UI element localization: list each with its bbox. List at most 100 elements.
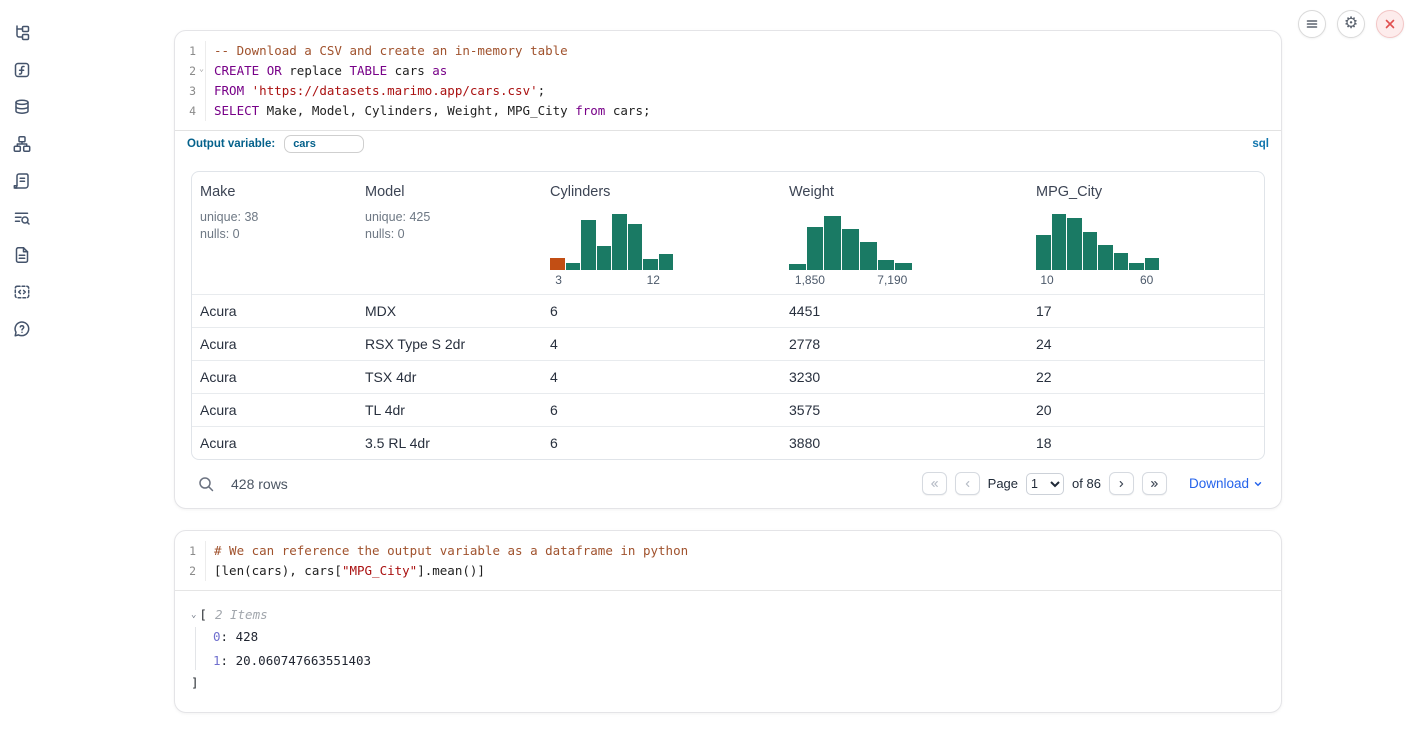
dependency-graph-icon[interactable] [13,135,31,153]
chevron-down-icon [1253,479,1263,489]
histogram-bar [789,264,806,270]
output-variable-input[interactable] [284,135,364,153]
column-histogram: 1060 [1036,214,1159,289]
code-line[interactable]: 4SELECT Make, Model, Cylinders, Weight, … [175,101,1281,121]
table-cell: MDX [357,295,542,327]
item-index: 0 [213,629,221,644]
items-count-label: 2 Items [215,607,268,622]
table-body: AcuraMDX6445117AcuraRSX Type S 2dr427782… [192,294,1264,459]
code-line[interactable]: 3FROM 'https://datasets.marimo.app/cars.… [175,81,1281,101]
column-stats: unique: 38nulls: 0 [200,209,349,243]
table-cell: 3.5 RL 4dr [357,427,542,459]
column-header[interactable]: Cylinders312 [542,172,781,294]
code-line[interactable]: 1# We can reference the output variable … [175,541,1281,561]
sql-cell-toolbar: Output variable: sql [175,130,1281,157]
output-variable-label: Output variable: [187,138,275,150]
search-icon[interactable] [197,475,215,493]
snippets-icon[interactable] [13,283,31,301]
histogram-bars [789,214,912,270]
total-pages-label: of 86 [1072,476,1101,491]
code-line[interactable]: 1-- Download a CSV and create an in-memo… [175,41,1281,61]
page-label: Page [988,476,1018,491]
histogram-bar [1129,263,1144,270]
python-code-editor[interactable]: 1# We can reference the output variable … [175,531,1281,590]
histogram-bar [628,224,643,270]
table-cell: Acura [192,328,357,360]
collapse-chevron-icon[interactable]: ⌄ [191,610,196,620]
axis-min-label: 3 [555,273,562,287]
next-page-button[interactable] [1109,472,1134,495]
histogram-bar [895,263,912,270]
sidebar-panel-switcher [0,0,44,729]
table-row[interactable]: AcuraTSX 4dr4323022 [192,360,1264,393]
data-table: Makeunique: 38nulls: 0Modelunique: 425nu… [191,171,1265,460]
table-cell: 4 [542,361,781,393]
list-item: 0: 428 [213,629,1265,644]
stat-line: unique: 38 [200,209,349,226]
line-number: 1 [175,541,206,561]
line-number: 4 [175,101,206,121]
fold-icon[interactable]: ⌄ [199,65,204,73]
datasources-icon[interactable] [13,98,31,116]
table-cell: 24 [1028,328,1264,360]
line-number: 2 [175,561,206,581]
histogram-bar [1036,235,1051,270]
histogram-bar [1114,253,1129,270]
list-item: 1: 20.060747663551403 [213,653,1265,668]
sql-code-editor[interactable]: 1-- Download a CSV and create an in-memo… [175,31,1281,130]
histogram-bar [659,254,674,270]
code-text: # We can reference the output variable a… [206,541,688,561]
column-header[interactable]: MPG_City1060 [1028,172,1264,294]
histogram-axis-labels: 3 12 [550,272,673,289]
code-line[interactable]: 2⌄CREATE OR replace TABLE cars as [175,61,1281,81]
documentation-icon[interactable] [13,246,31,264]
table-cell: Acura [192,361,357,393]
item-colon: : [221,653,236,668]
table-cell: RSX Type S 2dr [357,328,542,360]
histogram-axis-labels: 1060 [1036,272,1159,289]
item-index: 1 [213,653,221,668]
column-header[interactable]: Weight1,8507,190 [781,172,1028,294]
table-row[interactable]: AcuraTL 4dr6357520 [192,393,1264,426]
python-output: ⌄ [ 2 Items 0: 4281: 20.060747663551403 … [175,591,1281,712]
table-row[interactable]: Acura3.5 RL 4dr6388018 [192,426,1264,459]
variables-icon[interactable] [13,61,31,79]
histogram-bar [643,259,658,270]
file-explorer-icon[interactable] [13,24,31,42]
histogram-bar [612,214,627,270]
axis-max-label: 12 [647,273,660,287]
download-button[interactable]: Download [1189,476,1263,491]
close-bracket: ] [191,675,1265,690]
code-text: [len(cars), cars["MPG_City"].mean()] [206,561,485,581]
table-row[interactable]: AcuraRSX Type S 2dr4277824 [192,327,1264,360]
column-name: Model [365,184,534,200]
first-page-button[interactable] [922,472,947,495]
column-header[interactable]: Modelunique: 425nulls: 0 [357,172,542,294]
table-cell: 3880 [781,427,1028,459]
histogram-bar [1145,258,1160,270]
histogram-bar [550,258,565,270]
histogram-bar [878,260,895,270]
table-cell: Acura [192,295,357,327]
scratchpad-icon[interactable] [13,172,31,190]
histogram-bar [1052,214,1067,270]
language-badge: sql [1252,138,1269,150]
column-histogram: 1,8507,190 [789,214,912,289]
last-page-button[interactable] [1142,472,1167,495]
page-select[interactable]: 1 [1026,473,1064,495]
axis-max-label: 60 [1140,273,1153,287]
help-icon[interactable] [13,320,31,338]
previous-page-button[interactable] [955,472,980,495]
column-header[interactable]: Makeunique: 38nulls: 0 [192,172,357,294]
stat-line: nulls: 0 [200,226,349,243]
shutdown-button[interactable] [1376,10,1404,38]
line-number: 2⌄ [175,61,206,81]
table-row[interactable]: AcuraMDX6445117 [192,294,1264,327]
list-output-header: ⌄ [ 2 Items [191,607,1265,622]
settings-button[interactable]: ⚙ [1337,10,1365,38]
table-cell: 4 [542,328,781,360]
code-line[interactable]: 2[len(cars), cars["MPG_City"].mean()] [175,561,1281,581]
axis-min-label: 1,850 [795,273,825,287]
notebook-menu-button[interactable] [1298,10,1326,38]
logs-icon[interactable] [13,209,31,227]
